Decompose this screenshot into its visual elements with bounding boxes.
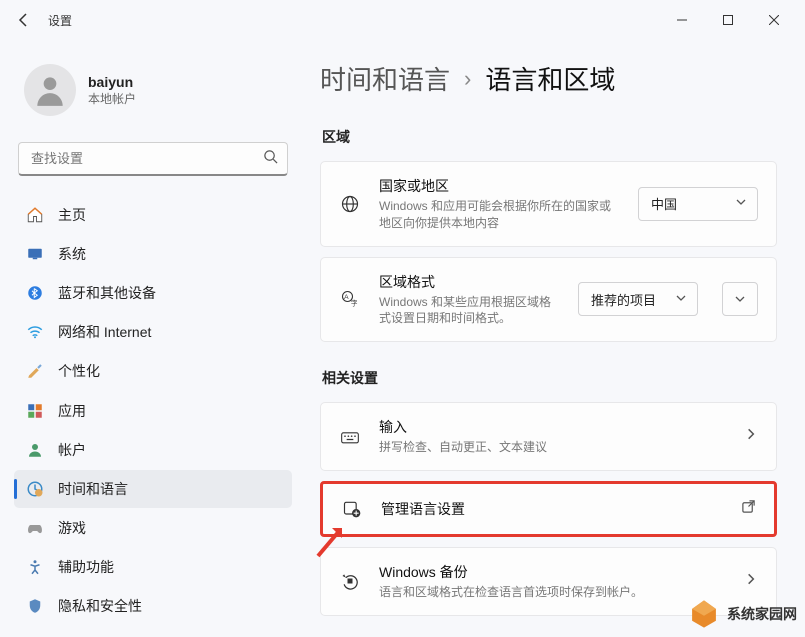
app-title: 设置 — [48, 12, 72, 29]
svg-text:A: A — [344, 294, 349, 301]
dropdown-value: 中国 — [651, 194, 677, 213]
svg-text:字: 字 — [351, 299, 358, 308]
sidebar-item-network[interactable]: 网络和 Internet — [14, 314, 292, 351]
accounts-icon — [26, 441, 44, 459]
minimize-button[interactable] — [659, 4, 705, 36]
close-icon — [769, 15, 779, 25]
time-language-icon — [26, 480, 44, 498]
maximize-button[interactable] — [705, 4, 751, 36]
sidebar-item-time-language[interactable]: 时间和语言 — [14, 470, 292, 507]
sidebar-item-accounts[interactable]: 帐户 — [14, 431, 292, 468]
highlight-box: 管理语言设置 — [320, 481, 777, 537]
card-sub: 语言和区域格式在检查语言首选项时保存到帐户。 — [379, 584, 726, 601]
sidebar-item-label: 系统 — [58, 244, 86, 264]
sidebar-item-label: 帐户 — [58, 440, 86, 460]
chevron-down-icon — [735, 196, 747, 211]
sidebar: baiyun 本地帐户 主页 系统 蓝牙和其他设备 — [0, 40, 300, 637]
watermark-logo-icon — [687, 597, 721, 631]
gaming-icon — [26, 519, 44, 537]
sidebar-item-label: 蓝牙和其他设备 — [58, 283, 156, 303]
sidebar-item-system[interactable]: 系统 — [14, 235, 292, 272]
search-input[interactable] — [18, 142, 288, 176]
back-arrow-icon — [16, 12, 32, 28]
card-sub: Windows 和某些应用根据区域格式设置日期和时间格式。 — [379, 294, 560, 328]
main-content: 时间和语言 › 语言和区域 区域 国家或地区 Windows 和应用可能会根据你… — [300, 40, 805, 637]
sidebar-item-gaming[interactable]: 游戏 — [14, 510, 292, 547]
titlebar: 设置 — [0, 0, 805, 40]
minimize-icon — [677, 15, 687, 25]
sidebar-item-home[interactable]: 主页 — [14, 196, 292, 233]
back-button[interactable] — [8, 4, 40, 36]
person-icon — [31, 71, 69, 109]
section-region: 区域 — [322, 127, 777, 147]
profile-block[interactable]: baiyun 本地帐户 — [14, 52, 292, 134]
card-typing[interactable]: 输入 拼写检查、自动更正、文本建议 — [320, 402, 777, 471]
watermark-text: 系统家园网 — [727, 604, 797, 624]
maximize-icon — [723, 15, 733, 25]
breadcrumb-parent[interactable]: 时间和语言 — [320, 60, 450, 97]
page-title: 语言和区域 — [485, 60, 615, 97]
card-admin-language-settings[interactable]: 管理语言设置 — [323, 484, 774, 534]
sidebar-item-label: 应用 — [58, 401, 86, 421]
country-dropdown[interactable]: 中国 — [638, 187, 758, 221]
sidebar-item-label: 时间和语言 — [58, 479, 128, 499]
chevron-right-icon — [744, 427, 758, 446]
breadcrumb: 时间和语言 › 语言和区域 — [320, 60, 777, 97]
external-link-icon — [741, 499, 756, 519]
sidebar-item-label: 主页 — [58, 205, 86, 225]
wifi-icon — [26, 323, 44, 341]
close-button[interactable] — [751, 4, 797, 36]
card-title: 国家或地区 — [379, 176, 620, 196]
section-related: 相关设置 — [322, 368, 777, 388]
globe-icon — [339, 193, 361, 215]
bluetooth-icon — [26, 284, 44, 302]
card-sub: Windows 和应用可能会根据你所在的国家或地区向你提供本地内容 — [379, 198, 620, 232]
sidebar-item-bluetooth[interactable]: 蓝牙和其他设备 — [14, 274, 292, 311]
sidebar-item-personalization[interactable]: 个性化 — [14, 353, 292, 390]
format-icon: A字 — [339, 288, 361, 310]
breadcrumb-sep: › — [464, 66, 471, 92]
sidebar-item-label: 辅助功能 — [58, 557, 114, 577]
sidebar-item-label: 游戏 — [58, 518, 86, 538]
sidebar-item-label: 隐私和安全性 — [58, 596, 142, 616]
card-title: Windows 备份 — [379, 562, 726, 582]
annotation-arrow-icon — [312, 524, 348, 560]
sidebar-item-privacy[interactable]: 隐私和安全性 — [14, 588, 292, 625]
card-title: 区域格式 — [379, 272, 560, 292]
card-regional-format: A字 区域格式 Windows 和某些应用根据区域格式设置日期和时间格式。 推荐… — [320, 257, 777, 343]
keyboard-icon — [339, 426, 361, 448]
expand-button[interactable] — [722, 282, 758, 316]
search-wrap — [18, 142, 288, 176]
sidebar-item-apps[interactable]: 应用 — [14, 392, 292, 429]
dropdown-value: 推荐的项目 — [591, 290, 656, 309]
card-country-region: 国家或地区 Windows 和应用可能会根据你所在的国家或地区向你提供本地内容 … — [320, 161, 777, 247]
system-icon — [26, 245, 44, 263]
home-icon — [26, 206, 44, 224]
apps-icon — [26, 402, 44, 420]
accessibility-icon — [26, 558, 44, 576]
format-dropdown[interactable]: 推荐的项目 — [578, 282, 698, 316]
card-title: 输入 — [379, 417, 726, 437]
chevron-right-icon — [744, 572, 758, 591]
chevron-down-icon — [675, 292, 687, 307]
card-sub: 拼写检查、自动更正、文本建议 — [379, 439, 726, 456]
sidebar-item-accessibility[interactable]: 辅助功能 — [14, 549, 292, 586]
profile-name: baiyun — [88, 74, 136, 90]
admin-language-icon — [341, 498, 363, 520]
shield-icon — [26, 597, 44, 615]
search-icon[interactable] — [263, 149, 278, 169]
backup-icon — [339, 570, 361, 592]
profile-sub: 本地帐户 — [88, 90, 136, 107]
sidebar-item-label: 个性化 — [58, 361, 100, 381]
chevron-down-icon — [734, 293, 746, 305]
sidebar-item-label: 网络和 Internet — [58, 322, 151, 342]
brush-icon — [26, 362, 44, 380]
watermark: 系统家园网 — [687, 597, 797, 631]
avatar — [24, 64, 76, 116]
card-title: 管理语言设置 — [381, 499, 723, 519]
